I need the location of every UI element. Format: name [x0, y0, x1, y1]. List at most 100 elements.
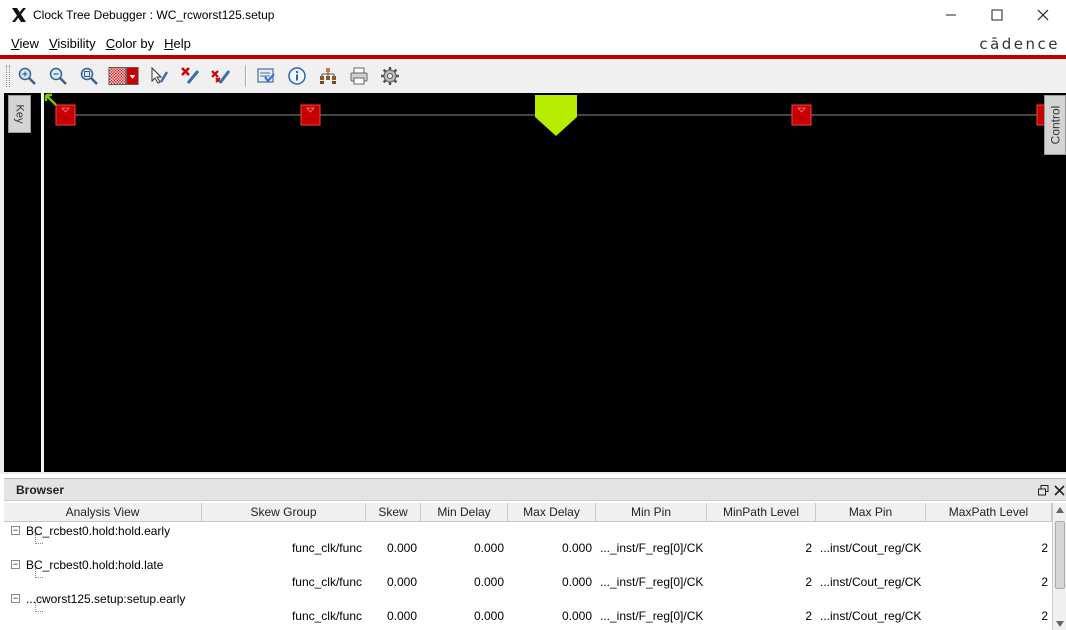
zoom-in-icon	[18, 67, 36, 85]
expand-arrow-icon[interactable]	[44, 93, 58, 107]
info-icon	[288, 67, 306, 85]
collapse-toggle-icon[interactable]: −	[11, 526, 20, 535]
scroll-up-icon[interactable]	[1053, 503, 1066, 517]
table-row[interactable]: func_clk/func 0.000 0.000 0.000 ..._inst…	[4, 602, 1052, 624]
key-tab[interactable]: Key	[8, 95, 31, 133]
title-bar: Clock Tree Debugger : WC_rcworst125.setu…	[0, 0, 1066, 30]
x-app-icon	[12, 8, 26, 22]
close-button[interactable]	[1020, 0, 1066, 30]
report-icon	[257, 68, 275, 83]
cell-skew: 0.000	[386, 574, 417, 589]
column-header[interactable]: Min Delay	[421, 503, 508, 521]
cell-min-pin: ..._inst/F_reg[0]/CK	[600, 574, 704, 589]
scroll-down-icon[interactable]	[1053, 617, 1066, 630]
select-pointer-button[interactable]	[146, 63, 172, 89]
tree-connector	[35, 568, 43, 578]
hierarchy-icon	[320, 68, 336, 84]
tree-connector	[35, 602, 43, 612]
cell-max-delay: 0.000	[561, 574, 592, 589]
settings-button[interactable]	[377, 63, 403, 89]
column-header[interactable]: Analysis View	[4, 503, 202, 521]
toolbar-separator	[245, 65, 247, 87]
control-tab[interactable]: Control	[1044, 95, 1066, 155]
delete-icon	[181, 67, 200, 84]
toolbar	[0, 59, 1066, 93]
sink-node[interactable]	[791, 104, 812, 126]
column-header[interactable]: MaxPath Level	[926, 503, 1052, 521]
cell-skew: 0.000	[386, 540, 417, 555]
maximize-icon	[991, 9, 1003, 21]
column-header[interactable]: MinPath Level	[707, 503, 816, 521]
minimize-icon	[946, 14, 956, 16]
menu-color-by[interactable]: Color by	[106, 36, 154, 51]
cell-max-pin: ...inst/Cout_reg/CK	[820, 608, 922, 623]
cell-max-pin: ...inst/Cout_reg/CK	[820, 540, 922, 555]
table-group-row[interactable]: − ...cworst125.setup:setup.early	[4, 590, 1052, 607]
cell-min-delay: 0.000	[473, 608, 504, 623]
table-group-row[interactable]: − BC_rcbest0.hold:hold.late	[4, 556, 1052, 573]
table-row[interactable]: func_clk/func 0.000 0.000 0.000 ..._inst…	[4, 534, 1052, 556]
table-row[interactable]: func_clk/func 0.000 0.000 0.000 ..._inst…	[4, 568, 1052, 590]
menu-bar: View Visibility Color by Help cādence	[0, 30, 1066, 56]
delete-button[interactable]	[177, 63, 203, 89]
pattern-select-icon	[108, 67, 139, 85]
analysis-table: Analysis View Skew Group Skew Min Delay …	[4, 503, 1052, 630]
key-panel: Key	[4, 93, 41, 472]
sink-node[interactable]	[300, 104, 321, 126]
report-button[interactable]	[253, 63, 279, 89]
column-header[interactable]: Min Pin	[596, 503, 707, 521]
maximize-button[interactable]	[974, 0, 1020, 30]
sink-node[interactable]	[55, 104, 76, 126]
clock-tree-canvas[interactable]: Control	[44, 93, 1066, 472]
hierarchy-button[interactable]	[315, 63, 341, 89]
zoom-out-button[interactable]	[45, 63, 71, 89]
menu-visibility[interactable]: Visibility	[49, 36, 96, 51]
browser-vertical-scrollbar[interactable]	[1052, 503, 1066, 630]
cell-skew: 0.000	[386, 608, 417, 623]
collapse-toggle-icon[interactable]: −	[11, 594, 20, 603]
browser-close-button[interactable]	[1052, 483, 1066, 497]
collapse-toggle-icon[interactable]: −	[11, 560, 20, 569]
print-icon	[350, 67, 368, 85]
table-header: Analysis View Skew Group Skew Min Delay …	[4, 503, 1052, 522]
zoom-fit-button[interactable]	[76, 63, 102, 89]
column-header[interactable]: Max Delay	[508, 503, 596, 521]
delete-all-icon	[211, 70, 231, 84]
cadence-logo: cādence	[979, 35, 1060, 53]
cell-min-delay: 0.000	[473, 574, 504, 589]
clock-root-node[interactable]	[535, 95, 577, 136]
cell-min-delay: 0.000	[473, 540, 504, 555]
cell-min-pin: ..._inst/F_reg[0]/CK	[600, 540, 704, 555]
close-icon	[1037, 9, 1049, 21]
menu-view[interactable]: View	[11, 36, 39, 51]
pattern-select-button[interactable]	[107, 63, 141, 89]
zoom-in-button[interactable]	[14, 63, 40, 89]
cell-min-level: 2	[805, 540, 812, 555]
scroll-thumb[interactable]	[1055, 521, 1065, 589]
cell-max-delay: 0.000	[561, 540, 592, 555]
settings-icon	[381, 67, 399, 85]
undock-icon	[1037, 484, 1048, 495]
minimize-button[interactable]	[928, 0, 974, 30]
close-icon	[1053, 484, 1065, 496]
tree-connector	[35, 534, 43, 544]
print-button[interactable]	[346, 63, 372, 89]
clock-tree-graph	[55, 95, 1057, 136]
column-header[interactable]: Skew Group	[202, 503, 366, 521]
undock-button[interactable]	[1036, 483, 1050, 497]
column-header[interactable]: Max Pin	[816, 503, 926, 521]
window-title: Clock Tree Debugger : WC_rcworst125.setu…	[33, 8, 275, 22]
table-group-row[interactable]: − BC_rcbest0.hold:hold.early	[4, 522, 1052, 539]
toolbar-grip[interactable]	[6, 65, 10, 87]
cell-min-pin: ..._inst/F_reg[0]/CK	[600, 608, 704, 623]
cell-max-pin: ...inst/Cout_reg/CK	[820, 574, 922, 589]
cell-skew-group: func_clk/func	[291, 574, 362, 589]
column-header[interactable]: Skew	[366, 503, 421, 521]
main-area: Key Control	[0, 93, 1066, 474]
info-button[interactable]	[284, 63, 310, 89]
delete-all-button[interactable]	[208, 63, 234, 89]
cell-skew-group: func_clk/func	[291, 608, 362, 623]
menu-help[interactable]: Help	[164, 36, 191, 51]
zoom-fit-icon	[80, 67, 98, 85]
cell-max-delay: 0.000	[561, 608, 592, 623]
